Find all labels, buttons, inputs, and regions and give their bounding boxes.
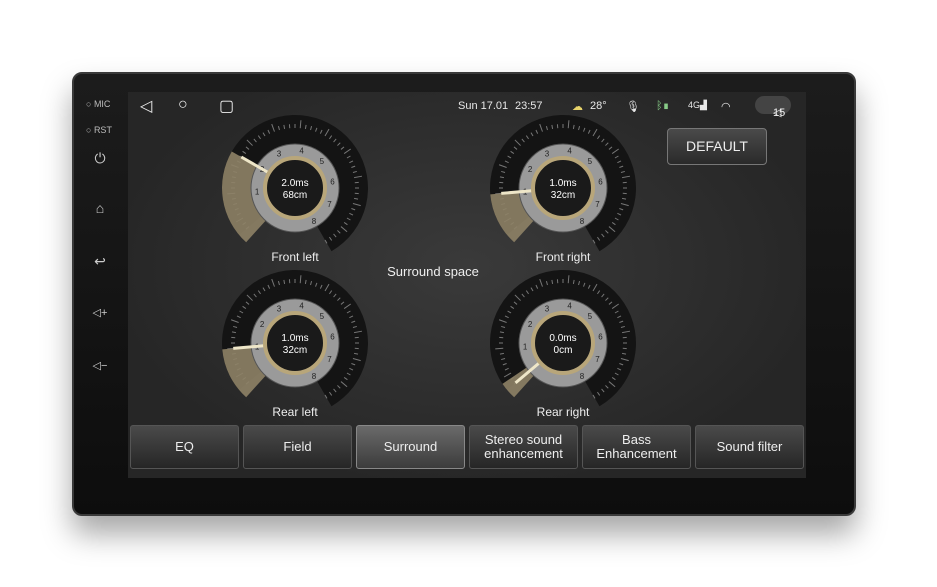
mic-indicator: ○ MIC [86,99,111,109]
dial-scale-label: 2 [528,320,533,329]
back-nav-icon[interactable]: ◁ [140,96,152,116]
dial-scale-label: 7 [595,200,600,209]
wifi-icon: ◠ [721,101,731,113]
dial-tick [499,352,504,355]
dial-scale-label: 5 [588,157,593,166]
dial-scale-label: 6 [598,332,603,341]
dial-tick [572,279,575,284]
home-icon[interactable]: ⌂ [90,200,110,216]
tab-field[interactable]: Field [243,425,352,469]
dial-tick [231,331,236,334]
dial-tick [304,124,307,129]
dial-tick [499,331,504,334]
dial-label: Front left [271,250,319,264]
dial-tick [622,352,627,355]
dial-scale-label: 3 [545,305,550,314]
screen: ◁ ○ ▢ Sun 17.01 23:57 ☁ 28° 🎙 ᛒ▮ 4G▟ ◠ ◁… [128,92,806,478]
dial-scale-label: 6 [330,177,335,186]
dial-tick [622,197,627,200]
dial-tick [567,275,570,284]
mic-label: MIC [93,99,111,109]
dial-scale-label: 8 [312,217,317,226]
dial-scale-label: 7 [595,355,600,364]
dial-scale-label: 6 [598,177,603,186]
tab-stereo-sound-enhancement[interactable]: Stereo sound enhancement [469,425,578,469]
dial-scale-label: 4 [567,302,572,311]
dial-scale-label: 8 [312,372,317,381]
dial-scale-label: 1 [255,187,260,196]
tab-bar: EQ Field Surround Stereo sound enhanceme… [130,425,804,469]
dial-delay-value: 0.0ms [549,333,576,344]
dial-scale-label: 3 [277,305,282,314]
reset-button[interactable]: ○ RST [86,125,112,135]
dial-scale-label: 2 [260,320,265,329]
dial-scale-label: 8 [580,217,585,226]
dial-delay-value: 2.0ms [281,178,308,189]
dial-tick [354,197,359,200]
dial-tick [299,120,302,129]
dial-label: Front right [535,250,591,264]
dial-scale-label: 7 [327,200,332,209]
delay-dial-rear-left[interactable]: 123456781.0ms32cm [215,263,375,423]
default-button[interactable]: DEFAULT [667,128,767,165]
dial-tick [551,124,554,129]
dial-label: Rear right [536,405,590,419]
tab-sound-filter[interactable]: Sound filter [695,425,804,469]
dial-tick [551,279,554,284]
delay-dial-rear-right[interactable]: 1 2 3 4 5 6 7 8 0.0ms0cm [483,263,643,423]
dial-tick [304,279,307,284]
dial-scale-label: 3 [277,150,282,159]
volume-value: 15 [773,107,786,119]
tab-eq[interactable]: EQ [130,425,239,469]
signal-4g-icon: 4G▟ [688,100,707,110]
dial-distance-value: 68cm [283,190,307,201]
dial-tick [299,275,302,284]
back-icon[interactable]: ↩ [90,253,110,270]
dial-scale-label: 2 [528,165,533,174]
delay-dial-front-right[interactable]: 123456781.0ms32cm [483,108,643,268]
dial-tick [499,176,504,179]
tab-bass-enhancement[interactable]: Bass Enhancement [582,425,691,469]
dial-scale-label: 5 [588,312,593,321]
dial-delay-value: 1.0ms [549,178,576,189]
dial-scale-label: 4 [299,147,304,156]
dial-distance-value: 32cm [551,190,575,201]
dial-label: Rear left [272,405,318,419]
dial-scale-label: 4 [567,147,572,156]
dial-distance-value: 32cm [283,345,307,356]
home-nav-icon[interactable]: ○ [178,96,188,114]
dial-scale-label: 8 [580,372,585,381]
dial-tick [283,124,286,129]
dial-distance-value: 0cm [554,345,573,356]
tab-surround[interactable]: Surround [356,425,465,469]
volume-down-icon[interactable]: ◁− [90,359,110,372]
dial-tick [283,279,286,284]
delay-dial-front-left[interactable]: 123456782.0ms68cm [215,108,375,268]
dial-scale-label: 1 [523,342,528,351]
dial-tick [495,347,504,350]
dial-tick [354,352,359,355]
dial-scale-label: 4 [299,302,304,311]
dial-scale-label: 7 [327,355,332,364]
dial-scale-label: 6 [330,332,335,341]
dial-scale-label: 5 [320,312,325,321]
power-icon[interactable]: ⏻ [90,150,110,167]
dial-tick [572,124,575,129]
volume-indicator[interactable]: ◁ 15 [755,96,791,119]
rst-label: RST [93,125,112,135]
bluetooth-icon: ᛒ▮ [656,100,670,112]
volume-up-icon[interactable]: ◁+ [90,306,110,319]
dial-delay-value: 1.0ms [281,333,308,344]
dial-scale-label: 5 [320,157,325,166]
surround-space-title: Surround space [387,264,479,279]
dial-tick [567,120,570,129]
dial-scale-label: 3 [545,150,550,159]
